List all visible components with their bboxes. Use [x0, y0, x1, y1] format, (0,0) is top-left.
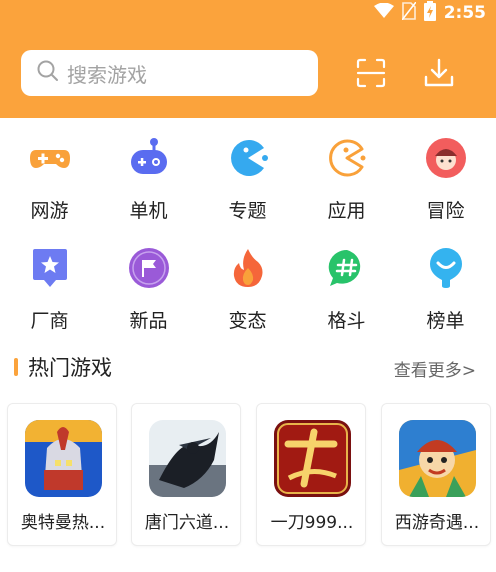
- category-label: 专题: [228, 200, 267, 222]
- category-label: 榜单: [426, 310, 465, 332]
- category-label: 格斗: [327, 310, 366, 332]
- badge-star-icon: [28, 246, 72, 290]
- category-vendors[interactable]: 厂商: [0, 238, 99, 338]
- category-modded[interactable]: 变态: [198, 238, 297, 338]
- yidao-game-icon: [274, 420, 351, 497]
- game-name: 奥特曼热...: [20, 513, 106, 533]
- section-accent-bar: [14, 358, 18, 376]
- category-label: 变态: [228, 310, 267, 332]
- category-rankings[interactable]: 榜单: [396, 238, 495, 338]
- category-online-games[interactable]: 网游: [0, 128, 99, 228]
- wifi-icon: [373, 2, 394, 23]
- hot-games-list: 奥特曼热... 唐门六道... 一刀999... 西游奇遇...: [0, 403, 496, 548]
- status-bar: 2:55: [373, 0, 486, 26]
- category-label: 冒险: [426, 200, 465, 222]
- view-more-link[interactable]: 查看更多>: [394, 356, 476, 381]
- adventurer-icon: [424, 136, 468, 180]
- game-name: 唐门六道...: [144, 513, 230, 533]
- gamepad-icon: [28, 136, 72, 180]
- hashtag-chat-icon: [325, 246, 369, 290]
- section-title: 热门游戏: [28, 356, 112, 380]
- category-label: 厂商: [30, 310, 69, 332]
- battery-charging-icon: [423, 1, 436, 25]
- download-icon[interactable]: [422, 56, 456, 90]
- flame-icon: [226, 246, 270, 290]
- hot-games-header: 热门游戏 查看更多>: [0, 350, 496, 386]
- category-single-player[interactable]: 单机: [99, 128, 198, 228]
- xiyou-game-icon: [399, 420, 476, 497]
- category-adventure[interactable]: 冒险: [396, 128, 495, 228]
- category-topics[interactable]: 专题: [198, 128, 297, 228]
- game-name: 一刀999...: [270, 513, 354, 533]
- status-time: 2:55: [443, 3, 486, 23]
- category-label: 新品: [129, 310, 168, 332]
- game-name: 西游奇遇...: [394, 513, 480, 533]
- pacman-icon: [226, 136, 270, 180]
- no-sim-icon: [401, 1, 417, 24]
- category-label: 单机: [129, 200, 168, 222]
- search-placeholder: 搜索游戏: [67, 62, 147, 87]
- app-header: 2:55 搜索游戏: [0, 0, 496, 118]
- category-fighting[interactable]: 格斗: [297, 238, 396, 338]
- pacman-outline-icon: [325, 136, 369, 180]
- game-card[interactable]: 西游奇遇...: [381, 403, 491, 546]
- ultraman-game-icon: [25, 420, 102, 497]
- category-new[interactable]: 新品: [99, 238, 198, 338]
- category-label: 应用: [327, 200, 366, 222]
- location-pin-icon: [424, 246, 468, 290]
- category-label: 网游: [30, 200, 69, 222]
- game-card[interactable]: 一刀999...: [256, 403, 366, 546]
- scan-icon[interactable]: [354, 56, 388, 90]
- game-card[interactable]: 奥特曼热...: [7, 403, 117, 546]
- flag-icon: [127, 246, 171, 290]
- joystick-icon: [127, 136, 171, 180]
- search-icon: [37, 60, 59, 86]
- tangmen-game-icon: [149, 420, 226, 497]
- game-card[interactable]: 唐门六道...: [131, 403, 241, 546]
- search-input[interactable]: 搜索游戏: [21, 50, 318, 96]
- category-apps[interactable]: 应用: [297, 128, 396, 228]
